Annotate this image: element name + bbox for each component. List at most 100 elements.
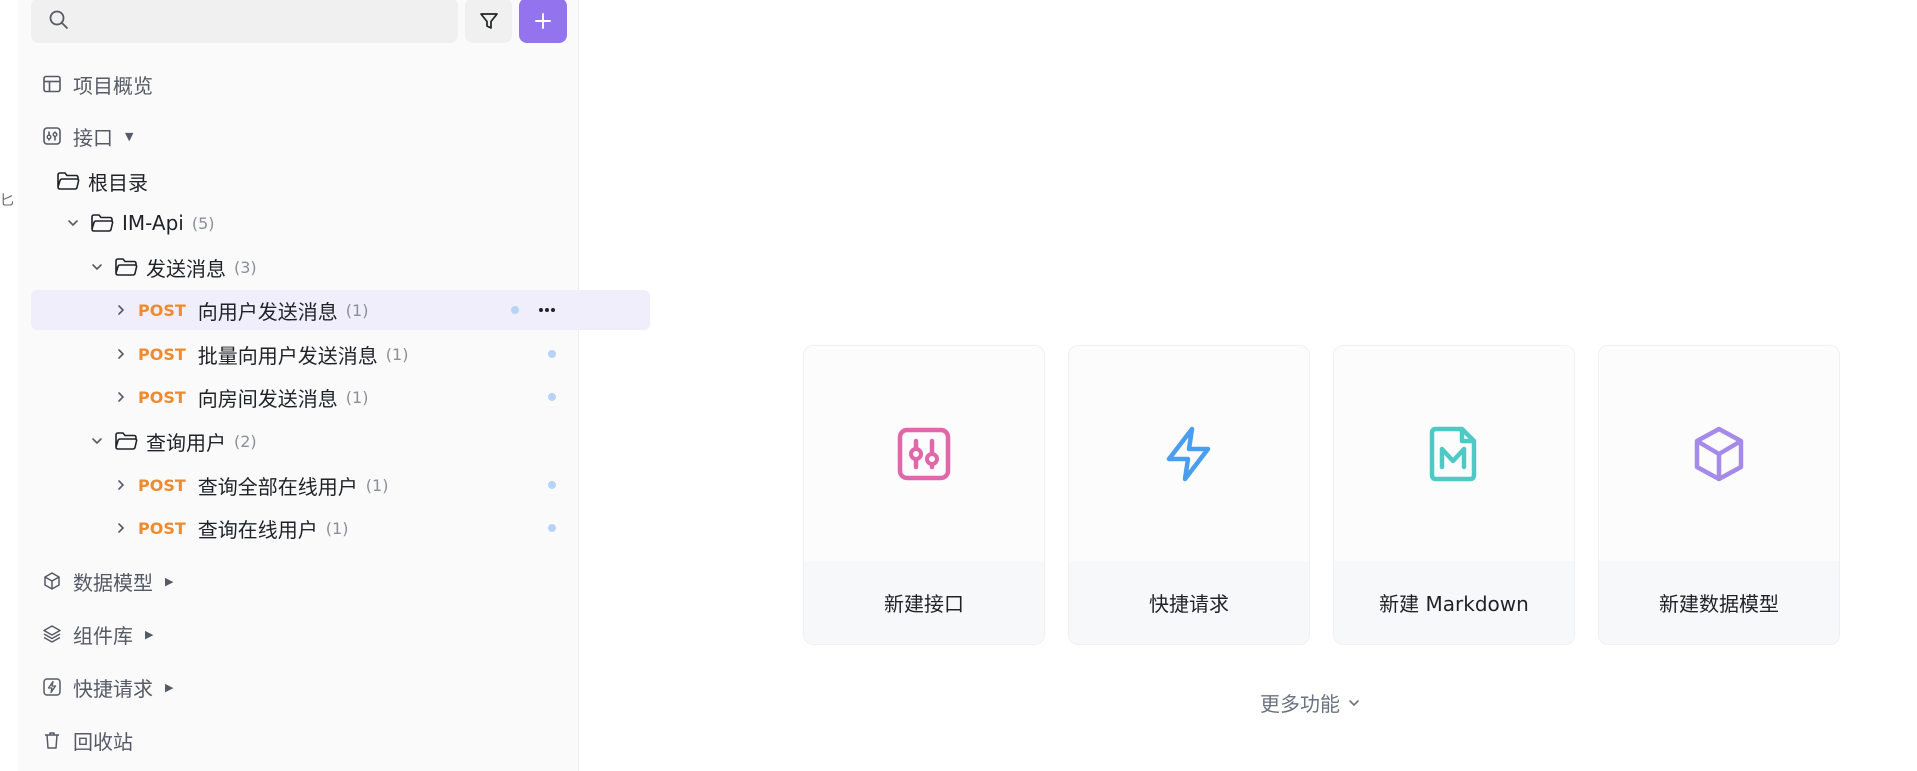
status-dot <box>548 350 556 358</box>
card-icon-area <box>1599 346 1839 561</box>
new-data-model-card[interactable]: 新建数据模型 <box>1598 345 1840 645</box>
endpoint-label: 向用户发送消息 <box>197 299 338 324</box>
quick-request-card[interactable]: 快捷请求 <box>1068 345 1310 645</box>
endpoint-count: (1) <box>385 344 409 364</box>
more-options-icon[interactable] <box>535 302 559 318</box>
method-badge: POST <box>138 344 186 364</box>
chevron-right-icon[interactable] <box>114 478 128 492</box>
search-icon <box>49 10 68 29</box>
more-features-button[interactable]: 更多功能 <box>1260 688 1360 717</box>
card-label: 新建接口 <box>804 561 1044 644</box>
add-button[interactable] <box>519 0 567 43</box>
overview-icon <box>41 73 63 95</box>
status-dot <box>548 393 556 401</box>
chevron-down-icon <box>1349 699 1359 706</box>
card-label: 新建 Markdown <box>1334 561 1574 644</box>
api-icon <box>897 427 951 480</box>
tree-folder-root[interactable]: 根目录 <box>31 161 592 201</box>
nav-item-overview[interactable]: 项目概览 <box>31 65 567 103</box>
tree-endpoint[interactable]: POST 向房间发送消息 (1) <box>31 377 650 417</box>
card-label: 快捷请求 <box>1069 561 1309 644</box>
folder-icon <box>114 256 138 278</box>
chevron-down-icon[interactable] <box>66 216 80 230</box>
tree-folder-query-users[interactable]: 查询用户 (2) <box>31 421 626 461</box>
nav-label-api: 接口 <box>73 125 113 150</box>
tree-label-root: 根目录 <box>88 170 148 195</box>
nav-label-data-models: 数据模型 <box>73 570 153 595</box>
nav-label-recycle-bin: 回收站 <box>73 729 133 754</box>
endpoint-count: (1) <box>325 518 349 538</box>
nav-label-components: 组件库 <box>73 623 133 648</box>
trash-icon <box>41 729 63 751</box>
filter-icon <box>479 12 498 29</box>
tree-count-send-messages: (3) <box>234 257 257 277</box>
status-dot <box>511 306 519 314</box>
chevron-right-icon[interactable] <box>114 303 128 317</box>
card-icon-area <box>1334 346 1574 561</box>
search-input[interactable] <box>83 4 447 36</box>
endpoint-label: 查询在线用户 <box>197 517 318 542</box>
nav-item-quick-request[interactable]: 快捷请求 ▶ <box>31 668 567 706</box>
tree-label-send-messages: 发送消息 <box>146 256 226 281</box>
api-icon <box>41 125 63 147</box>
tree-count-query-users: (2) <box>234 431 257 451</box>
tree-endpoint[interactable]: POST 查询全部在线用户 (1) <box>31 465 650 505</box>
method-badge: POST <box>138 387 186 407</box>
markdown-icon <box>1429 426 1477 481</box>
search-box[interactable] <box>31 0 458 43</box>
sidebar: 项目概览 接口 ▼ 根目录 IM-Api (5) 发送消息 (3) POST 向… <box>18 0 650 771</box>
tree-count-im-api: (5) <box>191 213 215 233</box>
plus-icon <box>535 12 551 29</box>
layers-icon <box>41 623 63 645</box>
tree-endpoint[interactable]: POST 查询在线用户 (1) <box>31 508 650 548</box>
cube-icon <box>1694 426 1744 481</box>
tree-endpoint[interactable]: POST 向用户发送消息 (1) <box>31 290 650 330</box>
card-label: 新建数据模型 <box>1599 561 1839 644</box>
nav-item-recycle-bin[interactable]: 回收站 <box>31 721 567 759</box>
lightning-icon <box>41 676 63 698</box>
folder-icon <box>90 212 114 234</box>
folder-icon <box>56 170 80 192</box>
status-dot <box>548 481 556 489</box>
method-badge: POST <box>138 300 186 320</box>
method-badge: POST <box>138 518 186 538</box>
gutter-glyph: 匕 <box>0 193 14 209</box>
endpoint-count: (1) <box>345 387 369 407</box>
filter-button[interactable] <box>465 0 512 43</box>
endpoint-label: 向房间发送消息 <box>197 386 338 411</box>
tree-endpoint[interactable]: POST 批量向用户发送消息 (1) <box>31 334 650 374</box>
card-icon-area <box>1069 346 1309 561</box>
nav-label-overview: 项目概览 <box>73 73 153 98</box>
caret-right-icon[interactable]: ▶ <box>165 575 173 588</box>
tree-label-query-users: 查询用户 <box>146 430 226 455</box>
tree-folder-send-messages[interactable]: 发送消息 (3) <box>31 247 626 287</box>
caret-right-icon[interactable]: ▶ <box>145 628 153 641</box>
tree-label-im-api: IM-Api <box>122 211 184 235</box>
status-dot <box>548 524 556 532</box>
new-markdown-card[interactable]: 新建 Markdown <box>1333 345 1575 645</box>
caret-down-icon[interactable]: ▼ <box>125 130 133 143</box>
chevron-down-icon[interactable] <box>90 434 104 448</box>
more-features-label: 更多功能 <box>1260 692 1340 716</box>
chevron-down-icon[interactable] <box>90 260 104 274</box>
endpoint-count: (1) <box>365 475 389 495</box>
chevron-right-icon[interactable] <box>114 347 128 361</box>
cube-icon <box>41 570 63 592</box>
nav-item-api[interactable]: 接口 ▼ <box>31 117 567 155</box>
endpoint-label: 批量向用户发送消息 <box>197 343 378 368</box>
endpoint-label: 查询全部在线用户 <box>197 474 358 499</box>
nav-label-quick-request: 快捷请求 <box>73 676 153 701</box>
caret-right-icon[interactable]: ▶ <box>165 681 173 694</box>
folder-icon <box>114 430 138 452</box>
method-badge: POST <box>138 475 186 495</box>
chevron-right-icon[interactable] <box>114 521 128 535</box>
lightning-icon <box>1166 426 1211 481</box>
chevron-right-icon[interactable] <box>114 390 128 404</box>
new-api-card[interactable]: 新建接口 <box>803 345 1045 645</box>
nav-item-data-models[interactable]: 数据模型 ▶ <box>31 562 567 600</box>
nav-item-components[interactable]: 组件库 ▶ <box>31 615 567 653</box>
card-icon-area <box>804 346 1044 561</box>
tree-folder-im-api[interactable]: IM-Api (5) <box>31 203 602 243</box>
left-gutter: 匕 <box>0 0 19 771</box>
endpoint-count: (1) <box>345 300 369 320</box>
